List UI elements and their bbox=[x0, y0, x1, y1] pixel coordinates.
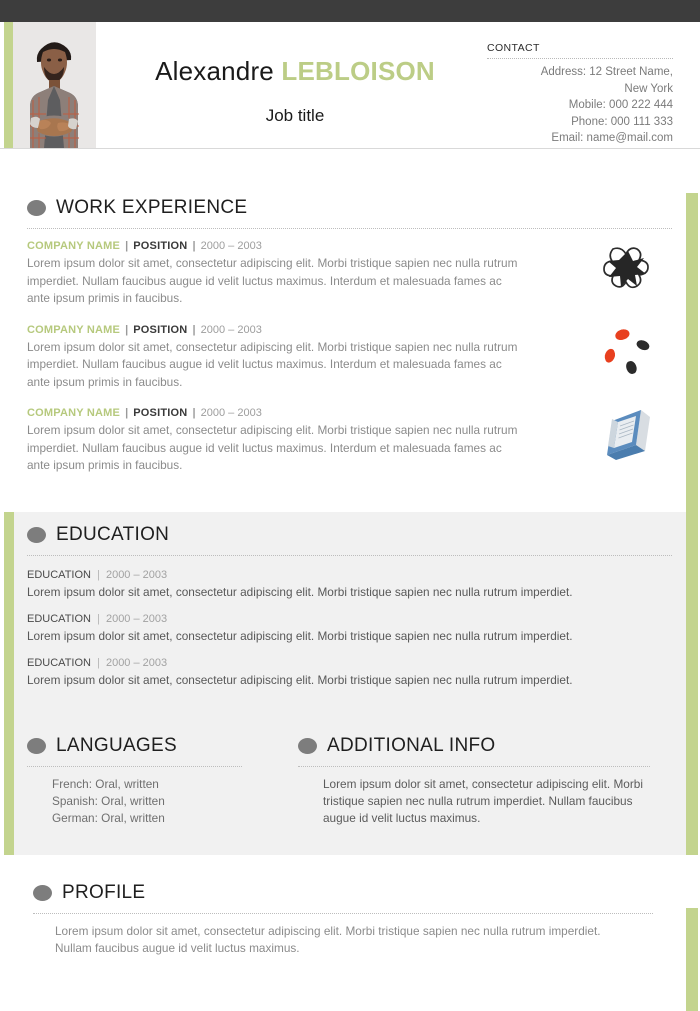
top-dark-bar bbox=[0, 0, 700, 22]
job-title: Job title bbox=[265, 106, 325, 125]
contact-block: CONTACT Address: 12 Street Name, New Yor… bbox=[487, 42, 673, 147]
education-label: EDUCATION bbox=[27, 613, 91, 625]
accent-strip-right-upper bbox=[686, 193, 698, 855]
education-section-header: EDUCATION bbox=[27, 524, 672, 546]
languages-section-header: LANGUAGES bbox=[27, 735, 277, 757]
contact-heading: CONTACT bbox=[487, 42, 540, 54]
date-range: 2000 – 2003 bbox=[105, 569, 168, 581]
avatar bbox=[13, 22, 96, 148]
work-entry-meta: COMPANY NAME | POSITION | 2000 – 2003 bbox=[27, 406, 527, 420]
work-section-header: WORK EXPERIENCE bbox=[27, 197, 672, 219]
resume-header: Alexandre LEBLOISON Job title CONTACT Ad… bbox=[0, 22, 700, 148]
contact-line: Address: 12 Street Name, bbox=[540, 66, 673, 78]
section-work-experience: WORK EXPERIENCE COMPANY NAME | POSITION … bbox=[27, 197, 672, 475]
additional-section-divider bbox=[298, 766, 650, 767]
meta-separator: | bbox=[125, 323, 129, 336]
meta-separator: | bbox=[97, 657, 100, 669]
accent-strip-left-middle bbox=[4, 512, 14, 855]
contact-divider bbox=[487, 58, 673, 59]
circle-bullet-icon bbox=[33, 885, 52, 901]
resume-page: Alexandre LEBLOISON Job title CONTACT Ad… bbox=[0, 0, 700, 1011]
profile-section-header: PROFILE bbox=[33, 882, 653, 904]
contact-line: Phone: 000 111 333 bbox=[571, 115, 673, 128]
education-entry-meta: EDUCATION | 2000 – 2003 bbox=[27, 656, 672, 670]
education-section-divider bbox=[27, 555, 672, 556]
education-label: EDUCATION bbox=[27, 657, 91, 669]
date-range: 2000 – 2003 bbox=[105, 613, 168, 625]
meta-separator: | bbox=[192, 240, 196, 252]
work-entry-meta: COMPANY NAME | POSITION | 2000 – 2003 bbox=[27, 323, 527, 337]
pebble-ring-logo-icon bbox=[597, 325, 657, 377]
accent-strip-right-lower bbox=[686, 908, 698, 1011]
work-entry-meta: COMPANY NAME | POSITION | 2000 – 2003 bbox=[27, 239, 527, 253]
language-item: German: Oral, written bbox=[52, 811, 165, 825]
first-name: Alexandre bbox=[155, 56, 274, 86]
blue-book-logo-icon bbox=[597, 408, 657, 460]
meta-separator: | bbox=[192, 323, 196, 336]
education-entry-meta: EDUCATION | 2000 – 2003 bbox=[27, 568, 672, 582]
education-entry-description: Lorem ipsum dolor sit amet, consectetur … bbox=[27, 673, 573, 687]
position-name: POSITION bbox=[133, 407, 188, 419]
header-divider bbox=[0, 148, 700, 149]
position-name: POSITION bbox=[133, 323, 188, 336]
contact-lines: Address: 12 Street Name, New York Mobile… bbox=[487, 64, 673, 147]
work-entry-description: Lorem ipsum dolor sit amet, consectetur … bbox=[27, 256, 518, 305]
additional-info-text: Lorem ipsum dolor sit amet, consectetur … bbox=[323, 777, 643, 825]
education-section-title: EDUCATION bbox=[56, 524, 170, 545]
company-name: COMPANY NAME bbox=[27, 240, 121, 252]
section-education: EDUCATION EDUCATION | 2000 – 2003 Lorem … bbox=[27, 524, 672, 688]
meta-separator: | bbox=[97, 569, 100, 581]
company-name: COMPANY NAME bbox=[27, 407, 121, 419]
work-entry-description: Lorem ipsum dolor sit amet, consectetur … bbox=[27, 339, 518, 389]
language-item: Spanish: Oral, written bbox=[52, 794, 165, 808]
additional-section-title: ADDITIONAL INFO bbox=[327, 735, 496, 756]
work-entry: COMPANY NAME | POSITION | 2000 – 2003 Lo… bbox=[27, 323, 650, 392]
full-name: Alexandre LEBLOISON bbox=[110, 56, 480, 86]
education-label: EDUCATION bbox=[27, 569, 91, 581]
additional-section-header: ADDITIONAL INFO bbox=[298, 735, 668, 757]
company-name: COMPANY NAME bbox=[27, 323, 121, 336]
name-block: Alexandre LEBLOISON Job title bbox=[110, 56, 480, 126]
contact-line: Email: name@mail.com bbox=[551, 132, 673, 144]
languages-section-divider bbox=[27, 766, 242, 767]
star-flower-logo-icon bbox=[597, 241, 657, 293]
contact-line: New York bbox=[624, 82, 673, 95]
circle-bullet-icon bbox=[27, 527, 46, 543]
education-entry: EDUCATION | 2000 – 2003 Lorem ipsum dolo… bbox=[27, 612, 672, 644]
circle-bullet-icon bbox=[27, 738, 46, 754]
contact-line: Mobile: 000 222 444 bbox=[568, 99, 673, 111]
education-entry-meta: EDUCATION | 2000 – 2003 bbox=[27, 612, 672, 626]
work-entry-description: Lorem ipsum dolor sit amet, consectetur … bbox=[27, 423, 518, 472]
languages-list: French: Oral, written Spanish: Oral, wri… bbox=[52, 776, 277, 827]
date-range: 2000 – 2003 bbox=[200, 240, 262, 252]
profile-text: Lorem ipsum dolor sit amet, consectetur … bbox=[55, 924, 601, 955]
date-range: 2000 – 2003 bbox=[200, 407, 262, 419]
work-entry: COMPANY NAME | POSITION | 2000 – 2003 Lo… bbox=[27, 406, 650, 475]
section-languages: LANGUAGES French: Oral, written Spanish:… bbox=[27, 735, 277, 827]
work-section-divider bbox=[27, 228, 672, 229]
meta-separator: | bbox=[125, 240, 129, 252]
date-range: 2000 – 2003 bbox=[200, 323, 262, 336]
education-entry-description: Lorem ipsum dolor sit amet, consectetur … bbox=[27, 585, 573, 599]
section-additional-info: ADDITIONAL INFO Lorem ipsum dolor sit am… bbox=[298, 735, 668, 827]
language-item: French: Oral, written bbox=[52, 777, 159, 791]
profile-section-divider bbox=[33, 913, 653, 914]
profile-section-title: PROFILE bbox=[62, 882, 146, 903]
meta-separator: | bbox=[192, 407, 196, 419]
section-profile: PROFILE Lorem ipsum dolor sit amet, cons… bbox=[33, 882, 653, 957]
work-section-title: WORK EXPERIENCE bbox=[56, 197, 248, 218]
last-name: LEBLOISON bbox=[281, 56, 435, 86]
meta-separator: | bbox=[125, 407, 129, 419]
date-range: 2000 – 2003 bbox=[105, 657, 168, 669]
education-entry-description: Lorem ipsum dolor sit amet, consectetur … bbox=[27, 629, 573, 643]
education-entry: EDUCATION | 2000 – 2003 Lorem ipsum dolo… bbox=[27, 656, 672, 688]
circle-bullet-icon bbox=[298, 738, 317, 754]
meta-separator: | bbox=[97, 613, 100, 625]
languages-section-title: LANGUAGES bbox=[56, 735, 177, 756]
work-entry: COMPANY NAME | POSITION | 2000 – 2003 Lo… bbox=[27, 239, 649, 308]
circle-bullet-icon bbox=[27, 200, 46, 216]
education-entry: EDUCATION | 2000 – 2003 Lorem ipsum dolo… bbox=[27, 568, 672, 600]
position-name: POSITION bbox=[133, 240, 188, 252]
